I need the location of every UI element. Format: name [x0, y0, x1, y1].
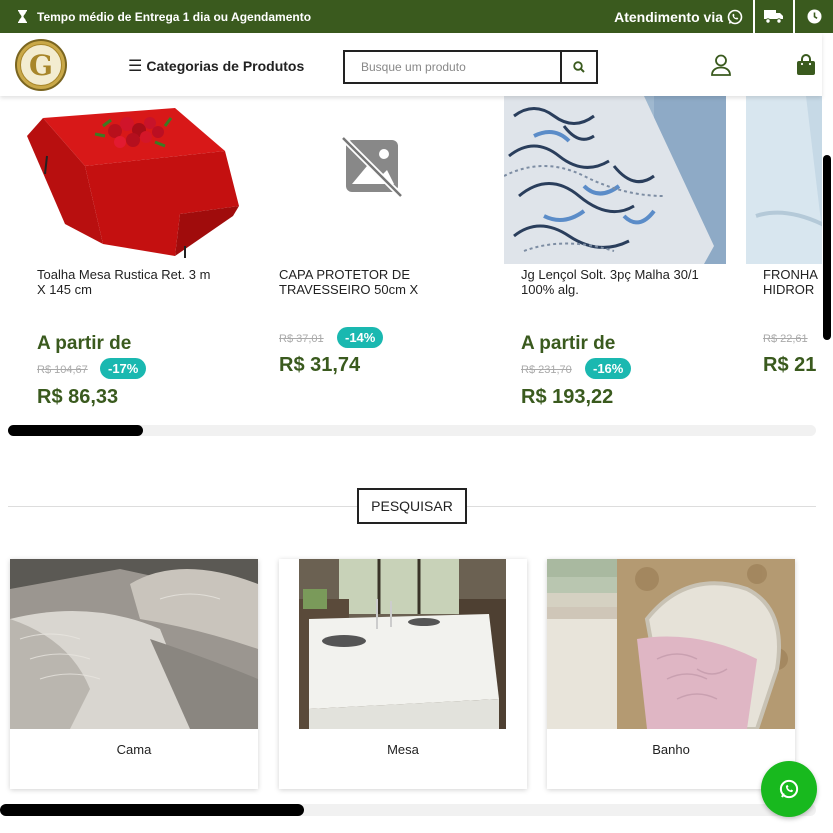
product-card[interactable]: CAPA PROTETOR DE TRAVESSEIRO 50cm X R$ 3…: [267, 96, 489, 376]
clock-icon: [807, 9, 821, 24]
product-image-tablecloth[interactable]: [25, 96, 247, 264]
no-image-icon: [340, 135, 404, 199]
old-price: R$ 104,67: [37, 364, 88, 376]
product-price: R$ 86,33: [37, 386, 119, 408]
category-card-mesa[interactable]: Mesa: [279, 559, 527, 789]
categories-scrollbar[interactable]: [0, 804, 816, 816]
category-card-banho[interactable]: Banho: [547, 559, 795, 789]
pesquisar-button[interactable]: PESQUISAR: [357, 488, 467, 524]
site-header: G ☰ Categorias de Produtos: [0, 33, 822, 96]
product-card[interactable]: Jg Lençol Solt. 3pç Malha 30/1 100% alg.…: [504, 96, 726, 408]
product-carousel: Toalha Mesa Rustica Ret. 3 m X 145 cm A …: [0, 96, 822, 436]
scrollbar-thumb[interactable]: [8, 425, 143, 436]
whatsapp-float-button[interactable]: [761, 761, 817, 817]
product-name[interactable]: Jg Lençol Solt. 3pç Malha 30/1 100% alg.: [521, 267, 701, 297]
logo-letter: G: [20, 44, 62, 86]
cart-button[interactable]: [796, 54, 816, 81]
old-price: R$ 231,70: [521, 364, 572, 376]
category-label[interactable]: Banho: [547, 742, 795, 757]
category-image-mesa[interactable]: [279, 559, 527, 729]
categories-label: Categorias de Produtos: [146, 58, 305, 74]
hamburger-icon: ☰: [128, 58, 143, 75]
search-button[interactable]: [560, 52, 596, 82]
discount-badge: -16%: [585, 358, 632, 379]
category-card-cama[interactable]: Cama: [10, 559, 258, 789]
product-image-sheet[interactable]: [504, 96, 726, 264]
categories-menu-button[interactable]: ☰ Categorias de Produtos: [128, 56, 304, 76]
top-info-bar: Tempo médio de Entrega 1 dia ou Agendame…: [0, 0, 833, 33]
delivery-info: Tempo médio de Entrega 1 dia ou Agendame…: [0, 10, 311, 24]
product-name[interactable]: CAPA PROTETOR DE TRAVESSEIRO 50cm X: [279, 267, 459, 297]
product-carousel-scrollbar[interactable]: [8, 425, 816, 436]
discount-badge: -17%: [100, 358, 147, 379]
account-button[interactable]: [710, 54, 732, 81]
user-icon: [711, 54, 731, 76]
delivery-truck-button[interactable]: [753, 0, 793, 33]
old-price: R$ 37,01: [279, 333, 324, 345]
product-price: R$ 31,74: [279, 354, 361, 376]
from-label: A partir de: [521, 333, 616, 354]
attendance-label: Atendimento via: [614, 8, 723, 25]
product-name[interactable]: Toalha Mesa Rustica Ret. 3 m X 145 cm: [37, 267, 217, 297]
whatsapp-icon: [727, 9, 743, 24]
category-image-banho[interactable]: [547, 559, 795, 729]
old-price: R$ 22,61: [763, 333, 808, 345]
search-icon: [573, 61, 585, 73]
whatsapp-icon: [779, 779, 799, 799]
product-name[interactable]: FRONHA HIDROR: [763, 267, 822, 297]
product-image-pillowcase[interactable]: [746, 96, 822, 264]
attendance-link[interactable]: Atendimento via: [614, 9, 753, 25]
store-logo[interactable]: G: [15, 39, 67, 91]
shopping-bag-icon: [797, 54, 815, 75]
product-card[interactable]: Toalha Mesa Rustica Ret. 3 m X 145 cm A …: [25, 96, 247, 408]
hourglass-icon: [18, 10, 27, 23]
product-price: R$ 21: [763, 354, 817, 376]
product-price: R$ 193,22: [521, 386, 614, 408]
search-input[interactable]: [345, 52, 560, 82]
truck-icon: [764, 10, 783, 24]
category-label[interactable]: Mesa: [279, 742, 527, 757]
discount-badge: -14%: [337, 327, 384, 348]
category-label[interactable]: Cama: [10, 742, 258, 757]
page-vertical-scrollbar[interactable]: [823, 155, 831, 340]
search-bar: [343, 50, 598, 84]
from-label: A partir de: [37, 333, 132, 354]
product-image-placeholder[interactable]: [267, 96, 489, 264]
product-card[interactable]: FRONHA HIDROR R$ 22,61 R$ 21: [746, 96, 822, 376]
category-image-cama[interactable]: [10, 559, 258, 729]
hours-button[interactable]: [793, 0, 833, 33]
scrollbar-thumb[interactable]: [0, 804, 304, 816]
delivery-text: Tempo médio de Entrega 1 dia ou Agendame…: [37, 9, 312, 24]
